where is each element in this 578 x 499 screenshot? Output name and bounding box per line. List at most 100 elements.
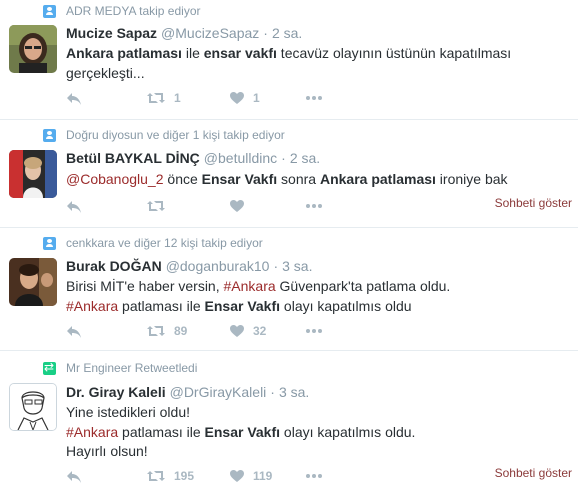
tweet[interactable]: ADR MEDYA takip ediyor Mucize Sapaz @Muc… [0, 0, 578, 120]
text-segment: olayı kapatılmıs oldu [280, 297, 412, 314]
text-segment: Yine istedikleri oldu! [66, 404, 190, 420]
avatar[interactable] [9, 150, 57, 198]
follow-icon [43, 128, 56, 142]
retweet-icon [147, 471, 165, 481]
heart-icon [230, 470, 244, 482]
heart-icon [230, 92, 244, 104]
tweet-time[interactable]: 3 sa. [282, 258, 312, 274]
tweet[interactable]: Mr Engineer Retweetledi Dr. Giray Kaleli… [0, 351, 578, 499]
like-count: 32 [253, 324, 267, 338]
tweet[interactable]: cenkkara ve diğer 12 kişi takip ediyor B… [0, 228, 578, 351]
retweet-icon [147, 93, 165, 103]
retweet-count: 195 [174, 469, 195, 483]
hashtag-link[interactable]: #Ankara [66, 424, 118, 440]
tweet-time[interactable]: 2 sa. [272, 25, 302, 41]
more-icon[interactable] [306, 474, 324, 478]
text-segment: önce [163, 171, 202, 187]
avatar[interactable] [9, 258, 57, 306]
retweet-button[interactable] [146, 199, 166, 213]
separator-dot: · [263, 25, 268, 41]
follow-icon [43, 4, 56, 18]
highlighted-text: Ankara patlaması [319, 171, 436, 187]
text-segment: sonra [277, 171, 320, 187]
retweet-icon [147, 326, 165, 336]
text-segment: patlaması ile [118, 423, 205, 440]
heart-icon [230, 325, 244, 337]
like-count: 1 [253, 91, 260, 105]
tweet-text: Ankara patlaması ile ensar vakfı tecavüz… [66, 44, 556, 83]
more-icon[interactable] [306, 204, 324, 208]
retweet-count: 1 [174, 91, 181, 105]
like-button[interactable]: 32 [229, 324, 266, 338]
avatar[interactable] [9, 383, 57, 431]
separator-dot: · [270, 384, 275, 400]
context-text: cenkkara ve diğer 12 kişi takip ediyor [66, 236, 263, 250]
author-name[interactable]: Mucize Sapaz [66, 25, 157, 41]
retweet-button[interactable]: 1 [146, 91, 181, 105]
mention-link[interactable]: @Cobanoglu_2 [66, 171, 164, 187]
highlighted-text: Ensar Vakfı [204, 297, 281, 314]
text-segment: ile [181, 45, 204, 61]
tweet-context: Doğru diyosun ve diğer 1 kişi takip ediy… [43, 128, 285, 142]
text-segment: Birisi MİT'e haber versin, [66, 278, 224, 294]
context-text: ADR MEDYA takip ediyor [66, 4, 201, 18]
highlighted-text: Ensar Vakfı [204, 423, 281, 440]
highlighted-text: ensar vakfı [203, 45, 277, 61]
context-text: Mr Engineer Retweetledi [66, 361, 198, 375]
highlighted-text: Ankara patlaması [66, 45, 182, 61]
reply-icon [67, 326, 81, 338]
like-button[interactable]: 1 [229, 91, 260, 105]
text-segment: Güvenpark'ta patlama oldu. [275, 278, 451, 294]
tweet-text: Birisi MİT'e haber versin, #Ankara Güven… [66, 277, 556, 316]
author-name[interactable]: Dr. Giray Kaleli [66, 384, 166, 400]
reply-button[interactable] [66, 92, 82, 106]
more-icon[interactable] [306, 96, 324, 100]
reply-icon [67, 201, 81, 213]
follow-icon [43, 236, 56, 250]
tweet-header: Dr. Giray Kaleli @DrGirayKaleli · 3 sa. [66, 384, 309, 400]
like-button[interactable]: 119 [229, 469, 272, 483]
more-icon[interactable] [306, 329, 324, 333]
separator-dot: · [273, 258, 279, 274]
text-segment: Hayırlı olsun! [66, 443, 148, 459]
hashtag-link[interactable]: #Ankara [66, 298, 118, 314]
retweet-button[interactable]: 195 [146, 469, 194, 483]
author-handle[interactable]: @betulldinc [204, 150, 277, 166]
highlighted-text: Ensar Vakfı [201, 171, 278, 187]
context-text: Doğru diyosun ve diğer 1 kişi takip ediy… [66, 128, 285, 142]
retweet-icon [147, 201, 165, 211]
like-button[interactable] [229, 199, 245, 213]
tweet-time[interactable]: 3 sa. [279, 384, 309, 400]
author-name[interactable]: Burak DOĞAN [66, 258, 162, 274]
tweet[interactable]: Doğru diyosun ve diğer 1 kişi takip ediy… [0, 120, 578, 228]
tweet-header: Burak DOĞAN @doganburak10 · 3 sa. [66, 258, 312, 274]
tweet-context: cenkkara ve diğer 12 kişi takip ediyor [43, 236, 263, 250]
tweet-context: ADR MEDYA takip ediyor [43, 4, 201, 18]
reply-button[interactable] [66, 200, 82, 214]
text-segment: olayı kapatılmıs oldu. [280, 423, 416, 440]
tweet-time[interactable]: 2 sa. [290, 150, 320, 166]
reply-button[interactable] [66, 325, 82, 339]
like-count: 119 [253, 469, 273, 483]
avatar[interactable] [9, 25, 57, 73]
tweet-text: @Cobanoglu_2 önce Ensar Vakfı sonra Anka… [66, 170, 556, 190]
retweet-button[interactable]: 89 [146, 324, 187, 338]
separator-dot: · [281, 150, 286, 166]
hashtag-link[interactable]: #Ankara [224, 278, 276, 294]
author-handle[interactable]: @DrGirayKaleli [170, 384, 267, 400]
reply-button[interactable] [66, 470, 82, 484]
tweet-text: Yine istedikleri oldu! #Ankara patlaması … [66, 403, 556, 462]
retweet-count: 89 [174, 324, 188, 338]
show-conversation-link[interactable]: Sohbeti göster [495, 466, 572, 480]
reply-icon [67, 93, 81, 105]
author-handle[interactable]: @doganburak10 [166, 258, 270, 274]
show-conversation-link[interactable]: Sohbeti göster [495, 196, 572, 210]
author-handle[interactable]: @MucizeSapaz [161, 25, 259, 41]
text-segment: ironiye bak [435, 171, 508, 187]
tweet-header: Mucize Sapaz @MucizeSapaz · 2 sa. [66, 25, 302, 41]
heart-icon [230, 200, 244, 212]
author-name[interactable]: Betül BAYKAL DİNÇ [66, 150, 200, 166]
retweet-icon [43, 360, 56, 375]
text-segment: patlaması ile [118, 297, 205, 314]
tweet-header: Betül BAYKAL DİNÇ @betulldinc · 2 sa. [66, 150, 320, 166]
